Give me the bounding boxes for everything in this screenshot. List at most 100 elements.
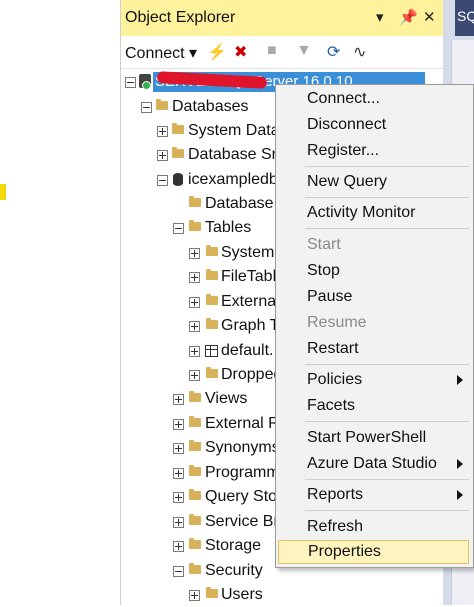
menu-item-refresh[interactable]: Refresh [278, 515, 469, 539]
menu-item-stop[interactable]: Stop [278, 259, 469, 283]
document-tab-label: SQ [457, 8, 474, 24]
expand-icon[interactable] [173, 419, 184, 430]
folder-icon [189, 196, 201, 207]
expand-icon[interactable] [189, 272, 200, 283]
folder-icon [189, 440, 201, 451]
menu-item-label: Azure Data Studio [307, 455, 437, 472]
menu-item-reports[interactable]: Reports [278, 483, 469, 507]
menu-separator [305, 479, 469, 480]
tree-label: Databases [172, 98, 249, 115]
context-menu: Connect... Disconnect Register... New Qu… [275, 84, 474, 568]
collapse-icon[interactable] [173, 223, 184, 234]
expand-icon[interactable] [157, 126, 168, 137]
folder-icon [156, 99, 168, 110]
disconnect-icon[interactable]: ✖ [234, 42, 247, 62]
connect-button[interactable]: Connect ▾ [125, 43, 197, 63]
expand-icon[interactable] [173, 492, 184, 503]
menu-separator [305, 510, 469, 511]
expand-icon[interactable] [173, 443, 184, 454]
menu-separator [305, 421, 469, 422]
expand-icon[interactable] [189, 346, 200, 357]
submenu-arrow-icon [457, 490, 463, 500]
tree-label: Security [205, 562, 263, 579]
expand-icon[interactable] [173, 468, 184, 479]
expand-icon[interactable] [189, 297, 200, 308]
database-icon [173, 173, 183, 186]
folder-icon [206, 294, 218, 305]
close-icon[interactable]: ✕ [423, 8, 436, 26]
object-explorer-toolbar: Connect ▾ ⚡ ✖ ■ ▼ ⟳ ∿ [121, 36, 443, 69]
menu-item-start[interactable]: Start [278, 233, 469, 257]
pin-icon[interactable]: 📌 [399, 8, 418, 26]
collapse-icon[interactable] [125, 77, 136, 88]
connect-plug-icon[interactable]: ⚡ [207, 42, 227, 62]
expand-icon[interactable] [189, 248, 200, 259]
menu-item-policies[interactable]: Policies [278, 368, 469, 392]
panel-title: Object Explorer [125, 9, 236, 26]
collapse-icon[interactable] [141, 102, 152, 113]
folder-icon [172, 123, 184, 134]
expand-icon[interactable] [173, 517, 184, 528]
menu-item-label: Policies [307, 371, 363, 388]
folder-icon [189, 538, 201, 549]
activity-monitor-icon[interactable]: ∿ [353, 42, 366, 62]
dropdown-arrow-icon[interactable]: ▾ [376, 8, 384, 26]
expand-icon[interactable] [157, 150, 168, 161]
folder-icon [189, 391, 201, 402]
menu-item-restart[interactable]: Restart [278, 337, 469, 361]
tree-node-users[interactable]: Users [121, 583, 443, 607]
expand-icon[interactable] [189, 590, 200, 601]
menu-separator [305, 228, 469, 229]
menu-item-connect[interactable]: Connect... [278, 87, 469, 111]
expand-icon[interactable] [189, 321, 200, 332]
folder-icon [206, 587, 218, 598]
submenu-arrow-icon [457, 375, 463, 385]
expand-icon[interactable] [173, 394, 184, 405]
menu-item-azure-data-studio[interactable]: Azure Data Studio [278, 452, 469, 476]
expand-icon[interactable] [189, 370, 200, 381]
menu-item-resume[interactable]: Resume [278, 311, 469, 335]
folder-icon [189, 489, 201, 500]
menu-item-start-powershell[interactable]: Start PowerShell [278, 426, 469, 450]
folder-icon [189, 563, 201, 574]
folder-icon [206, 269, 218, 280]
tree-label: Storage [205, 537, 262, 554]
stop-icon[interactable]: ■ [267, 42, 277, 60]
menu-item-activity-monitor[interactable]: Activity Monitor [278, 201, 469, 225]
expand-icon[interactable] [173, 541, 184, 552]
tree-label: Synonyms [205, 439, 280, 456]
folder-icon [206, 367, 218, 378]
refresh-icon[interactable]: ⟳ [327, 42, 340, 62]
folder-icon [172, 147, 184, 158]
tree-label: Views [205, 390, 248, 407]
tree-label: Tables [205, 219, 252, 236]
yellow-marker [0, 184, 6, 200]
folder-icon [189, 465, 201, 476]
tree-label: icexampledb [188, 171, 278, 188]
folder-icon [206, 245, 218, 256]
filter-icon[interactable]: ▼ [296, 42, 312, 60]
menu-item-disconnect[interactable]: Disconnect [278, 113, 469, 137]
server-icon [139, 74, 151, 90]
object-explorer-titlebar: Object Explorer ▾ 📌 ✕ [121, 0, 443, 36]
submenu-arrow-icon [457, 459, 463, 469]
document-tab[interactable]: SQ [455, 0, 474, 36]
menu-item-register[interactable]: Register... [278, 139, 469, 163]
menu-item-label: Reports [307, 486, 364, 503]
menu-item-properties[interactable]: Properties [278, 540, 469, 564]
folder-icon [189, 416, 201, 427]
menu-separator [305, 197, 469, 198]
menu-item-pause[interactable]: Pause [278, 285, 469, 309]
tree-label: Users [221, 586, 263, 603]
menu-item-new-query[interactable]: New Query [278, 170, 469, 194]
table-icon [205, 345, 218, 357]
collapse-icon[interactable] [157, 175, 168, 186]
collapse-icon[interactable] [173, 566, 184, 577]
menu-separator [305, 364, 469, 365]
folder-icon [189, 514, 201, 525]
menu-separator [305, 166, 469, 167]
tree-label: default. [221, 342, 274, 359]
folder-icon [206, 318, 218, 329]
folder-icon [189, 220, 201, 231]
menu-item-facets[interactable]: Facets [278, 394, 469, 418]
